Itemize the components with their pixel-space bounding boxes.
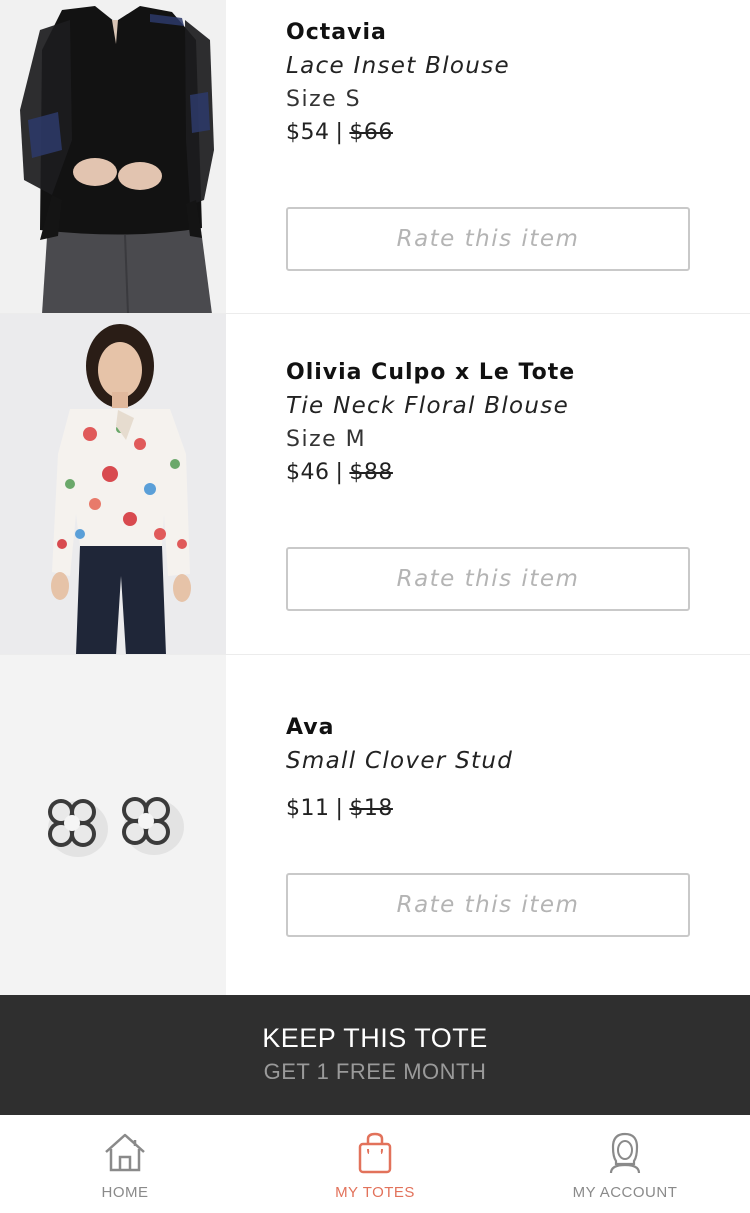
tab-my-totes[interactable]: MY TOTES xyxy=(250,1115,500,1213)
product-size: Size S xyxy=(286,87,362,112)
floral-blouse-illustration xyxy=(0,314,226,654)
tote-item-ava[interactable]: Ava Small Clover Stud $11 | $18 Rate this … xyxy=(0,655,750,995)
item-info: Ava Small Clover Stud $11 | $18 xyxy=(286,715,706,821)
keep-tote-button[interactable]: KEEP THIS TOTE GET 1 FREE MONTH xyxy=(0,995,750,1115)
tab-my-account[interactable]: MY ACCOUNT xyxy=(500,1115,750,1213)
product-image-lace-blouse[interactable] xyxy=(0,0,226,313)
tab-label: HOME xyxy=(101,1184,149,1201)
sale-price: $54 xyxy=(286,120,330,145)
brand-name: Octavia xyxy=(286,20,387,45)
keep-tote-title: KEEP THIS TOTE xyxy=(262,1023,488,1053)
item-info: Octavia Lace Inset Blouse Size S $54 | $66 xyxy=(286,20,706,145)
tote-item-octavia[interactable]: Octavia Lace Inset Blouse Size S $54 | $66… xyxy=(0,0,750,314)
bottom-tab-bar: HOME MY TOTES MY ACCOUNT xyxy=(0,1115,750,1213)
product-price: $11 | $18 xyxy=(286,796,706,821)
account-icon xyxy=(600,1131,650,1175)
rate-item-button[interactable]: Rate this item xyxy=(286,207,690,271)
keep-tote-subtitle: GET 1 FREE MONTH xyxy=(263,1059,487,1084)
tab-label: MY TOTES xyxy=(335,1184,415,1201)
product-price: $54 | $66 xyxy=(286,120,706,145)
product-image-clover-stud[interactable] xyxy=(0,655,226,995)
shopping-bag-icon xyxy=(350,1131,400,1175)
price-separator: | xyxy=(335,796,344,821)
original-price: $66 xyxy=(349,120,393,145)
black-blouse-illustration xyxy=(0,0,226,313)
product-image-floral-blouse[interactable] xyxy=(0,314,226,654)
product-name: Tie Neck Floral Blouse xyxy=(286,393,570,419)
product-price: $46 | $88 xyxy=(286,460,706,485)
brand-name: Olivia Culpo x Le Tote xyxy=(286,360,576,385)
item-info: Olivia Culpo x Le Tote Tie Neck Floral B… xyxy=(286,360,706,485)
original-price: $18 xyxy=(349,796,393,821)
price-separator: | xyxy=(335,120,344,145)
rate-item-button[interactable]: Rate this item xyxy=(286,547,690,611)
clover-earrings-illustration xyxy=(0,655,226,995)
brand-name: Ava xyxy=(286,715,335,740)
sale-price: $11 xyxy=(286,796,330,821)
product-size: Size M xyxy=(286,427,367,452)
original-price: $88 xyxy=(349,460,393,485)
product-name: Lace Inset Blouse xyxy=(286,53,510,79)
tote-item-olivia-culpo[interactable]: Olivia Culpo x Le Tote Tie Neck Floral B… xyxy=(0,314,750,655)
sale-price: $46 xyxy=(286,460,330,485)
rate-item-button[interactable]: Rate this item xyxy=(286,873,690,937)
price-separator: | xyxy=(335,460,344,485)
tab-home[interactable]: HOME xyxy=(0,1115,250,1213)
home-icon xyxy=(100,1131,150,1175)
tab-label: MY ACCOUNT xyxy=(572,1184,678,1201)
product-name: Small Clover Stud xyxy=(286,748,514,774)
